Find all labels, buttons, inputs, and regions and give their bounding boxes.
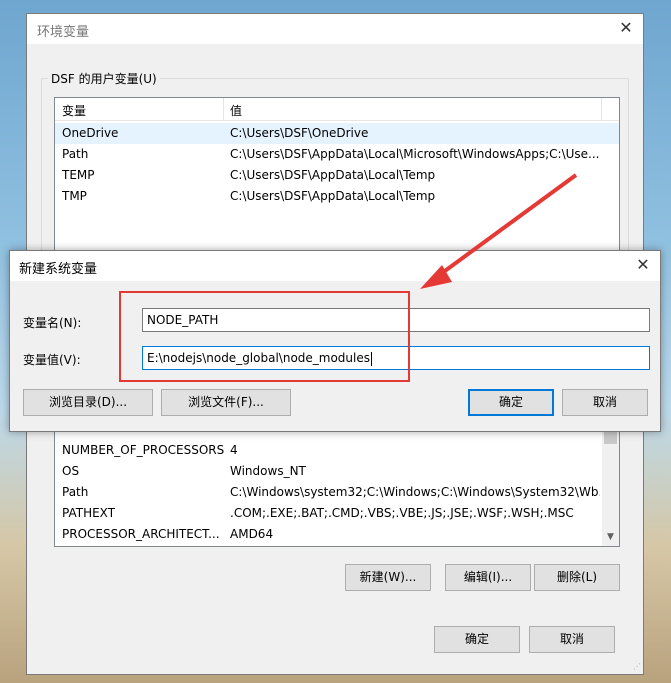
ok-button[interactable]: 确定 <box>434 626 520 653</box>
user-var-row[interactable]: TEMP C:\Users\DSF\AppData\Local\Temp <box>55 165 619 186</box>
var-value: C:\Windows\system32;C:\Windows;C:\Window… <box>230 485 600 499</box>
var-name: Path <box>62 147 89 161</box>
var-value: .COM;.EXE;.BAT;.CMD;.VBS;.VBE;.JS;.JSE;.… <box>230 506 574 520</box>
user-vars-group-label: DSF 的用户变量(U) <box>48 70 160 87</box>
var-name: TEMP <box>62 168 95 182</box>
var-value: C:\Users\DSF\AppData\Local\Temp <box>230 189 436 203</box>
system-var-row[interactable]: OS Windows_NT <box>55 461 619 482</box>
env-vars-title: 环境变量 <box>37 25 90 40</box>
ok-button[interactable]: 确定 <box>468 389 554 416</box>
delete-variable-button[interactable]: 删除(L) <box>534 564 620 591</box>
var-name: OneDrive <box>62 126 119 140</box>
column-separator[interactable] <box>601 98 602 120</box>
user-var-row[interactable]: TMP C:\Users\DSF\AppData\Local\Temp <box>55 186 619 207</box>
cancel-button[interactable]: 取消 <box>529 626 615 653</box>
new-var-title: 新建系统变量 <box>19 262 98 277</box>
var-value: C:\Users\DSF\AppData\Local\Temp <box>230 168 436 182</box>
var-value: C:\Users\DSF\AppData\Local\Microsoft\Win… <box>230 147 600 161</box>
new-var-title-bar[interactable]: 新建系统变量 ✕ <box>10 251 660 281</box>
system-var-row[interactable]: PROCESSOR_ARCHITECT... AMD64 <box>55 524 619 545</box>
new-variable-button[interactable]: 新建(W)... <box>345 564 431 591</box>
browse-directory-button[interactable]: 浏览目录(D)... <box>23 389 153 416</box>
var-name: PROCESSOR_ARCHITECT... <box>62 527 220 541</box>
user-var-row[interactable]: Path C:\Users\DSF\AppData\Local\Microsof… <box>55 144 619 165</box>
variable-name-label: 变量名(N): <box>23 316 82 330</box>
annotation-highlight-box <box>119 291 410 382</box>
var-value: AMD64 <box>230 527 274 541</box>
system-var-row[interactable]: PATHEXT .COM;.EXE;.BAT;.CMD;.VBS;.VBE;.J… <box>55 503 619 524</box>
user-vars-header: 变量 值 <box>55 98 619 121</box>
column-header-variable[interactable]: 变量 <box>62 102 86 119</box>
var-name: OS <box>62 464 80 478</box>
column-header-value[interactable]: 值 <box>230 102 242 119</box>
system-vars-scrollbar[interactable]: ▼ <box>602 420 619 546</box>
system-var-row[interactable]: NUMBER_OF_PROCESSORS 4 <box>55 440 619 461</box>
var-name: PATHEXT <box>62 506 116 520</box>
column-separator[interactable] <box>223 98 224 120</box>
edit-variable-button[interactable]: 编辑(I)... <box>445 564 531 591</box>
var-value: Windows_NT <box>230 464 306 478</box>
cancel-button[interactable]: 取消 <box>562 389 648 416</box>
user-vars-list[interactable]: 变量 值 OneDrive C:\Users\DSF\OneDrive Path… <box>54 97 620 267</box>
env-vars-title-bar[interactable]: 环境变量 ✕ <box>27 14 643 44</box>
var-name: Path <box>62 485 89 499</box>
user-var-row[interactable]: OneDrive C:\Users\DSF\OneDrive <box>55 123 619 144</box>
browse-file-button[interactable]: 浏览文件(F)... <box>161 389 291 416</box>
var-name: NUMBER_OF_PROCESSORS <box>62 443 225 457</box>
close-icon[interactable]: ✕ <box>630 253 656 277</box>
var-value: C:\Users\DSF\OneDrive <box>230 126 369 140</box>
variable-value-label: 变量值(V): <box>23 353 81 367</box>
chevron-down-icon[interactable]: ▼ <box>602 530 619 544</box>
var-value: 4 <box>230 443 238 457</box>
resize-grip-icon[interactable]: ⋰ <box>631 662 641 672</box>
system-vars-list[interactable]: NUMBER_OF_PROCESSORS 4 OS Windows_NT Pat… <box>54 419 620 547</box>
close-icon[interactable]: ✕ <box>613 16 639 40</box>
var-name: TMP <box>62 189 87 203</box>
system-var-row[interactable]: Path C:\Windows\system32;C:\Windows;C:\W… <box>55 482 619 503</box>
